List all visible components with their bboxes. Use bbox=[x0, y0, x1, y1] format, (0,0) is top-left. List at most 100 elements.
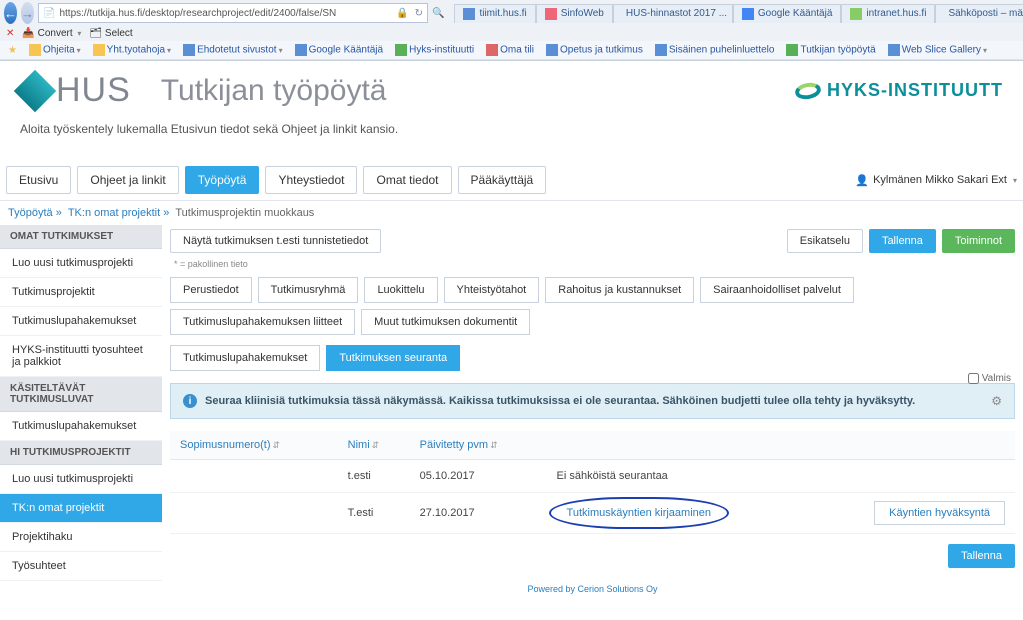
sort-icon: ⇵ bbox=[272, 440, 280, 450]
chevron-down-icon: ▾ bbox=[1013, 176, 1017, 185]
sort-icon: ⇵ bbox=[490, 440, 498, 450]
subtab-sairaanhoito[interactable]: Sairaanhoidolliset palvelut bbox=[700, 277, 854, 303]
col-action bbox=[804, 431, 1015, 460]
save-button-bottom[interactable]: Tallenna bbox=[948, 544, 1015, 568]
sidebar-item-hyks[interactable]: HYKS-instituutti tyosuhteet ja palkkiot bbox=[0, 336, 162, 377]
intro-text: Aloita työskentely lukemalla Etusivun ti… bbox=[0, 114, 1023, 166]
subtab-seuranta[interactable]: Tutkimuksen seuranta bbox=[326, 345, 460, 371]
hyks-mark-icon bbox=[794, 80, 822, 100]
page-header: HUS Tutkijan työpöytä HYKS-INSTITUUTT bbox=[0, 61, 1023, 114]
fav-link[interactable]: Oma tili bbox=[486, 44, 534, 56]
lock-icon: 🔒 bbox=[396, 8, 408, 19]
fav-link[interactable]: Opetus ja tutkimus bbox=[546, 44, 643, 56]
approve-visits-button[interactable]: Käyntien hyväksyntä bbox=[874, 501, 1005, 525]
fav-link[interactable]: Ohjeita▾ bbox=[29, 44, 81, 56]
cell-nimi: T.esti bbox=[338, 493, 410, 534]
tab-omat[interactable]: Omat tiedot bbox=[363, 166, 451, 194]
valmis-label: Valmis bbox=[982, 373, 1011, 384]
tab-etusivu[interactable]: Etusivu bbox=[6, 166, 71, 194]
info-bar: i Seuraa kliinisiä tutkimuksia tässä näk… bbox=[170, 383, 1015, 419]
convert-menu[interactable]: 📥 Convert ▾ bbox=[22, 28, 81, 39]
sort-icon: ⇵ bbox=[372, 440, 380, 450]
sidebar-item-apps[interactable]: Tutkimuslupahakemukset bbox=[0, 307, 162, 336]
favorites-icon[interactable]: ★ bbox=[8, 45, 17, 56]
browser-tab[interactable]: tiimit.hus.fi bbox=[454, 4, 535, 23]
fav-link[interactable]: Ehdotetut sivustot▾ bbox=[183, 44, 283, 56]
sub-tabs: Perustiedot Tutkimusryhmä Luokittelu Yht… bbox=[170, 277, 1015, 371]
table-row: t.esti 05.10.2017 Ei sähköistä seurantaa bbox=[170, 460, 1015, 493]
browser-tab[interactable]: Google Kääntäjä bbox=[733, 4, 842, 23]
subtab-liitteet[interactable]: Tutkimuslupahakemuksen liitteet bbox=[170, 309, 355, 335]
fav-link[interactable]: Sisäinen puhelinluettelo bbox=[655, 44, 775, 56]
content: Näytä tutkimuksen t.esti tunnistetiedot … bbox=[162, 225, 1023, 620]
tab-yhteystiedot[interactable]: Yhteystiedot bbox=[265, 166, 357, 194]
close-icon[interactable]: ✕ bbox=[6, 28, 14, 39]
fav-link[interactable]: Yht.tyotahoja▾ bbox=[93, 44, 171, 56]
fav-link[interactable]: Web Slice Gallery▾ bbox=[888, 44, 987, 56]
mandatory-note: * = pakollinen tieto bbox=[170, 259, 1015, 269]
gear-icon[interactable]: ⚙ bbox=[991, 394, 1002, 408]
cell-status: Ei sähköistä seurantaa bbox=[547, 460, 805, 493]
select-menu[interactable]: 🗂 Select bbox=[89, 28, 132, 39]
app-title: Tutkijan työpöytä bbox=[161, 74, 387, 108]
hus-text: HUS bbox=[56, 71, 131, 110]
breadcrumb-link[interactable]: Työpöytä » bbox=[8, 207, 62, 219]
refresh-icon[interactable]: ↻ bbox=[415, 8, 423, 19]
col-sopimusnumero[interactable]: Sopimusnumero(t)⇵ bbox=[170, 431, 338, 460]
col-pvm[interactable]: Päivitetty pvm⇵ bbox=[410, 431, 547, 460]
subtab-luokittelu[interactable]: Luokittelu bbox=[364, 277, 437, 303]
hus-logo: HUS bbox=[20, 71, 131, 110]
subtab-perustiedot[interactable]: Perustiedot bbox=[170, 277, 252, 303]
sidebar-item-tk-omat[interactable]: TK:n omat projektit bbox=[0, 494, 162, 523]
table-row: T.esti 27.10.2017 Tutkimuskäyntien kirja… bbox=[170, 493, 1015, 534]
info-icon: i bbox=[183, 394, 197, 408]
browser-chrome: ← → 📄 https://tutkija.hus.fi/desktop/res… bbox=[0, 0, 1023, 61]
browser-tab[interactable]: SinfoWeb bbox=[536, 4, 613, 23]
hyks-logo: HYKS-INSTITUUTT bbox=[795, 80, 1003, 101]
browser-tab[interactable]: HUS-hinnastot 2017 ... bbox=[613, 4, 733, 23]
forward-button[interactable]: → bbox=[21, 2, 34, 24]
search-icon[interactable]: 🔍 bbox=[432, 8, 444, 19]
subtab-lupahakemukset[interactable]: Tutkimuslupahakemukset bbox=[170, 345, 320, 371]
powered-by: Powered by Cerion Solutions Oy bbox=[170, 578, 1015, 600]
main-nav: Etusivu Ohjeet ja linkit Työpöytä Yhteys… bbox=[0, 166, 1023, 201]
breadcrumb-current: Tutkimusprojektin muokkaus bbox=[175, 207, 314, 219]
subtab-ryhma[interactable]: Tutkimusryhmä bbox=[258, 277, 359, 303]
actions-button[interactable]: Toiminnot bbox=[942, 229, 1015, 253]
subtab-yhteistyotahot[interactable]: Yhteistyötahot bbox=[444, 277, 540, 303]
sidebar-item-tyosuhteet[interactable]: Työsuhteet bbox=[0, 552, 162, 581]
show-ids-button[interactable]: Näytä tutkimuksen t.esti tunnistetiedot bbox=[170, 229, 381, 253]
tab-paakayttaja[interactable]: Pääkäyttäjä bbox=[458, 166, 547, 194]
tracking-table: Sopimusnumero(t)⇵ Nimi⇵ Päivitetty pvm⇵ … bbox=[170, 431, 1015, 534]
sidebar-item-haku[interactable]: Projektihaku bbox=[0, 523, 162, 552]
subtab-muut[interactable]: Muut tutkimuksen dokumentit bbox=[361, 309, 530, 335]
subtab-rahoitus[interactable]: Rahoitus ja kustannukset bbox=[545, 277, 694, 303]
browser-tab[interactable]: Sähköposti – mäylm... bbox=[935, 4, 1023, 23]
record-visits-link[interactable]: Tutkimuskäyntien kirjaaminen bbox=[557, 503, 721, 523]
cell-nimi: t.esti bbox=[338, 460, 410, 493]
tab-ohjeet[interactable]: Ohjeet ja linkit bbox=[77, 166, 178, 194]
url-text: https://tutkija.hus.fi/desktop/researchp… bbox=[59, 8, 336, 19]
sidebar-item-projects[interactable]: Tutkimusprojektit bbox=[0, 278, 162, 307]
preview-button[interactable]: Esikatselu bbox=[787, 229, 863, 253]
browser-tabs: tiimit.hus.fi SinfoWeb HUS-hinnastot 201… bbox=[454, 4, 1023, 23]
address-bar[interactable]: 📄 https://tutkija.hus.fi/desktop/researc… bbox=[38, 3, 428, 23]
info-text: Seuraa kliinisiä tutkimuksia tässä näkym… bbox=[205, 395, 915, 407]
breadcrumb-link[interactable]: TK:n omat projektit » bbox=[68, 207, 170, 219]
back-button[interactable]: ← bbox=[4, 2, 17, 24]
cell-pvm: 27.10.2017 bbox=[410, 493, 547, 534]
favorites-bar: ★ Ohjeita▾ Yht.tyotahoja▾ Ehdotetut sivu… bbox=[0, 41, 1023, 60]
sidebar-item-new[interactable]: Luo uusi tutkimusprojekti bbox=[0, 249, 162, 278]
sidebar-item-new2[interactable]: Luo uusi tutkimusprojekti bbox=[0, 465, 162, 494]
tab-tyopoyta[interactable]: Työpöytä bbox=[185, 166, 260, 194]
fav-link[interactable]: Hyks-instituutti bbox=[395, 44, 474, 56]
fav-link[interactable]: Tutkijan työpöytä bbox=[786, 44, 875, 56]
sidebar: OMAT TUTKIMUKSET Luo uusi tutkimusprojek… bbox=[0, 225, 162, 620]
valmis-checkbox[interactable] bbox=[968, 373, 979, 384]
save-button[interactable]: Tallenna bbox=[869, 229, 936, 253]
sidebar-item-apps2[interactable]: Tutkimuslupahakemukset bbox=[0, 412, 162, 441]
fav-link[interactable]: Google Kääntäjä bbox=[295, 44, 384, 56]
col-nimi[interactable]: Nimi⇵ bbox=[338, 431, 410, 460]
browser-tab[interactable]: intranet.hus.fi bbox=[841, 4, 935, 23]
user-menu[interactable]: 👤 Kylmänen Mikko Sakari Ext ▾ bbox=[855, 174, 1017, 187]
